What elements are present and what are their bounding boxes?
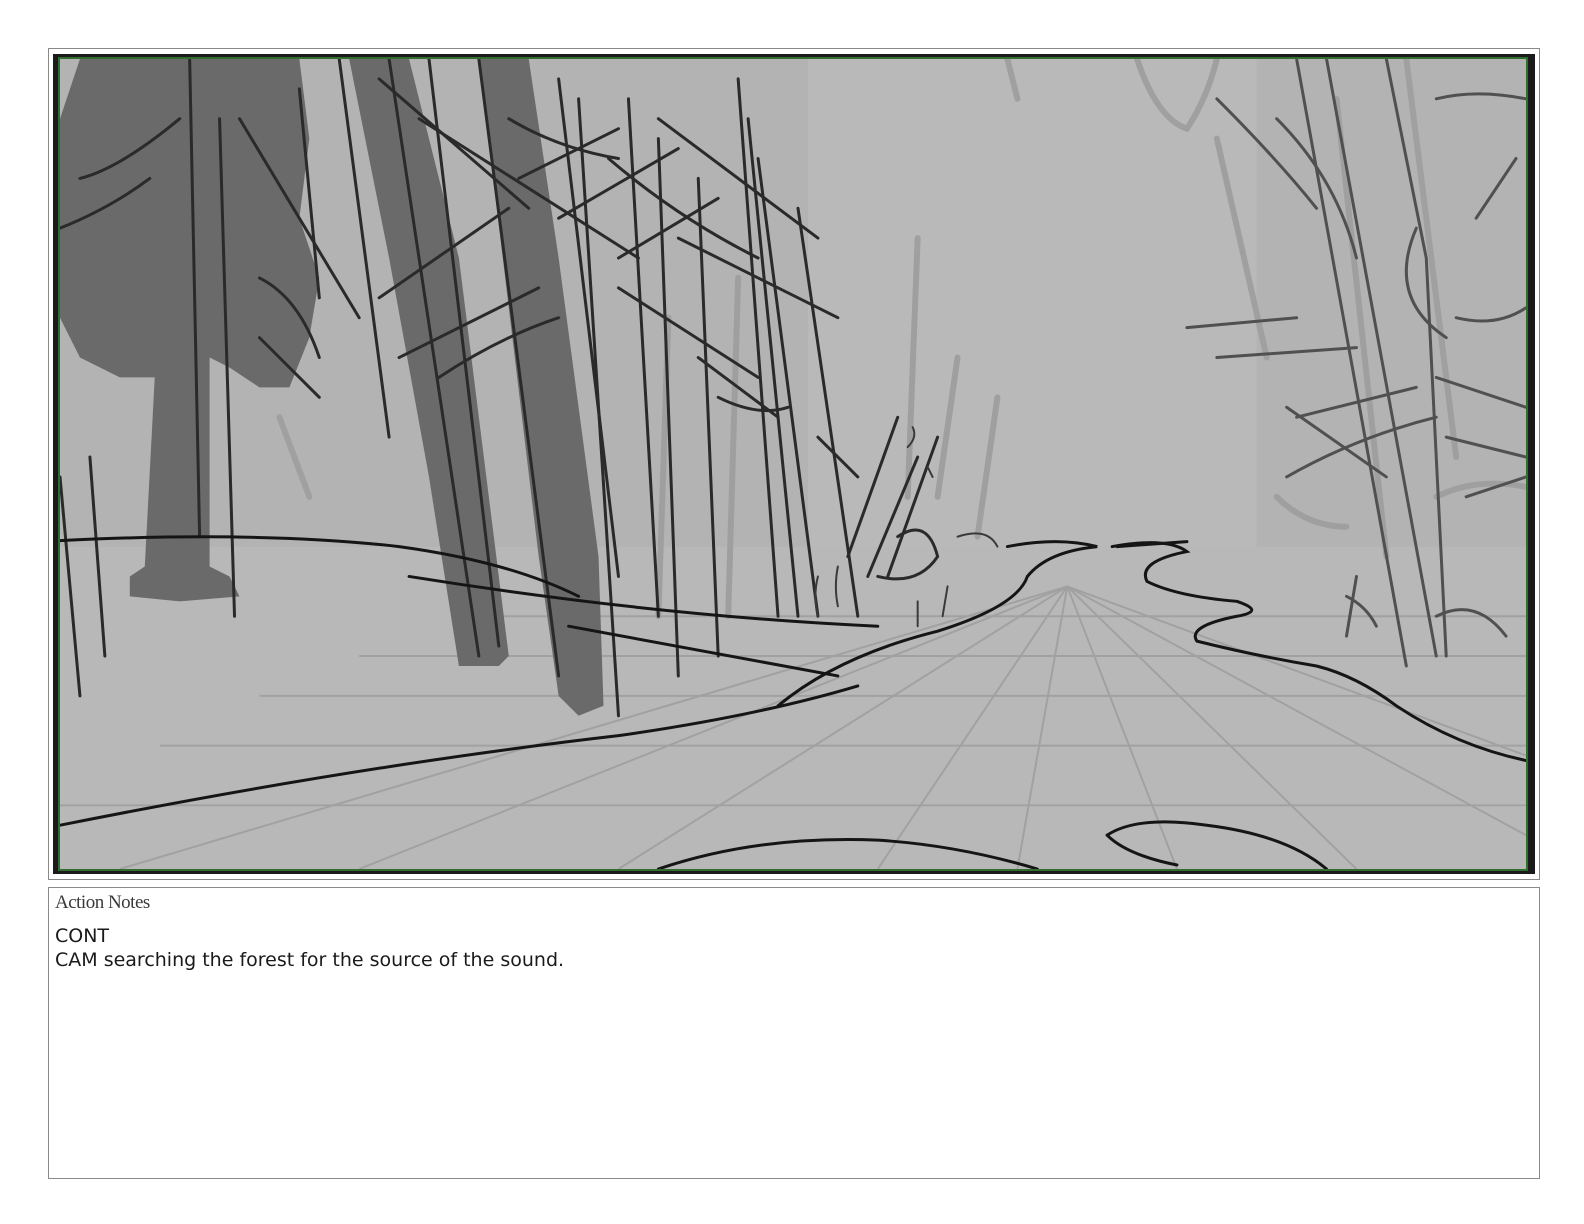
storyboard-panel-border — [53, 54, 1535, 874]
action-notes-box: Action Notes CONT CAM searching the fore… — [48, 887, 1540, 1179]
action-notes-line: CAM searching the forest for the source … — [55, 949, 565, 971]
action-notes-body: CONT CAM searching the forest for the so… — [55, 924, 564, 972]
storyboard-sketch-image — [58, 57, 1528, 871]
action-notes-line: CONT — [55, 925, 110, 947]
storyboard-panel-frame — [48, 48, 1540, 880]
action-notes-title: Action Notes — [55, 892, 150, 913]
forest-path-sketch-icon — [60, 59, 1526, 869]
